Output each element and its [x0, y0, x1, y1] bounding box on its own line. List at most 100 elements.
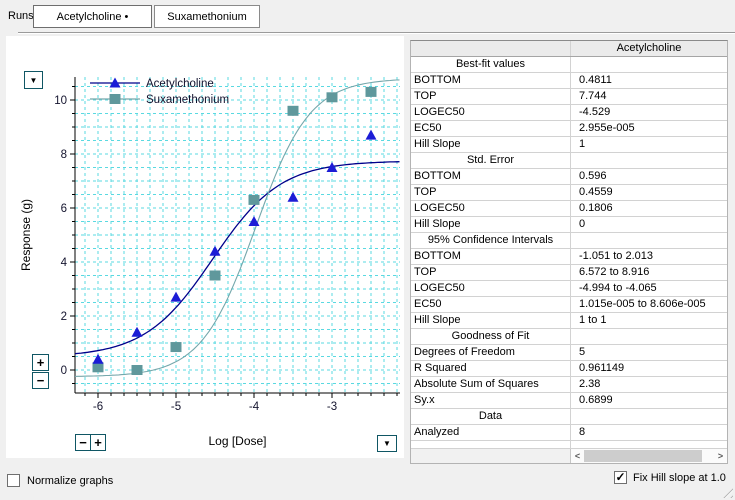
x-zoom-out-button[interactable]: − — [75, 434, 91, 451]
row-label[interactable]: R Squared — [411, 361, 571, 376]
svg-text:-3: -3 — [327, 401, 337, 413]
data-points-acetylcholine — [93, 130, 377, 364]
row-label[interactable]: Analyzed — [411, 425, 571, 440]
table-scroll-row: < > — [411, 449, 727, 463]
separator — [18, 32, 735, 34]
section-header[interactable]: Best-fit values — [411, 57, 571, 72]
run-tab-suxamethonium[interactable]: Suxamethonium — [154, 5, 260, 28]
y-zoom-out-button[interactable]: − — [32, 372, 49, 389]
application-window: Runs: Acetylcholine • Suxamethonium 0246… — [0, 0, 735, 500]
minus-icon: − — [79, 435, 87, 450]
table-row: Analyzed8 — [411, 425, 727, 441]
table-row: BOTTOM0.4811 — [411, 73, 727, 89]
row-label[interactable]: EC50 — [411, 297, 571, 312]
scrollbar-thumb[interactable] — [584, 450, 702, 462]
svg-text:0: 0 — [61, 365, 67, 377]
row-value[interactable]: 0.1806 — [571, 201, 727, 216]
scroll-left-icon[interactable]: < — [571, 449, 584, 463]
row-value[interactable]: -4.529 — [571, 105, 727, 120]
row-label[interactable]: BOTTOM — [411, 169, 571, 184]
row-label[interactable]: TOP — [411, 265, 571, 280]
section-header[interactable]: Goodness of Fit — [411, 329, 571, 344]
row-label[interactable]: Absolute Sum of Squares — [411, 377, 571, 392]
row-value[interactable]: 1.015e-005 to 8.606e-005 — [571, 297, 727, 312]
row-value[interactable]: 7.744 — [571, 89, 727, 104]
row-label[interactable]: BOTTOM — [411, 249, 571, 264]
row-value[interactable] — [571, 233, 727, 248]
table-row: LOGEC50-4.529 — [411, 105, 727, 121]
scroll-right-icon[interactable]: > — [714, 449, 727, 463]
row-value[interactable]: -4.994 to -4.065 — [571, 281, 727, 296]
table-row: BOTTOM0.596 — [411, 169, 727, 185]
y-axis-title: Response (g) — [19, 199, 33, 271]
x-zoom-in-button[interactable]: + — [90, 434, 106, 451]
row-value[interactable]: 0.6899 — [571, 393, 727, 408]
svg-text:-4: -4 — [249, 401, 260, 413]
table-row: Hill Slope1 to 1 — [411, 313, 727, 329]
table-row: TOP7.744 — [411, 89, 727, 105]
x-axis-title: Log [Dose] — [208, 434, 266, 448]
row-value[interactable]: 8 — [571, 425, 727, 440]
row-label[interactable]: Hill Slope — [411, 313, 571, 328]
row-value[interactable]: 0.596 — [571, 169, 727, 184]
column-header-acetylcholine[interactable]: Acetylcholine — [571, 41, 727, 56]
table-section-row: Data — [411, 409, 727, 425]
row-value[interactable]: 0 — [571, 217, 727, 232]
table-row: BOTTOM-1.051 to 2.013 — [411, 249, 727, 265]
row-value[interactable]: 1 — [571, 137, 727, 152]
graph-panel: 0246810-6-5-4-3Response (g)Log [Dose]Ace… — [6, 36, 404, 458]
row-value[interactable] — [571, 329, 727, 344]
row-label[interactable]: TOP — [411, 185, 571, 200]
row-label[interactable]: TOP — [411, 89, 571, 104]
run-tab-acetylcholine[interactable]: Acetylcholine • — [33, 5, 152, 28]
check-icon: ✓ — [615, 472, 625, 482]
normalize-graphs-checkbox[interactable] — [7, 474, 20, 487]
dose-response-chart[interactable]: 0246810-6-5-4-3Response (g)Log [Dose]Ace… — [6, 36, 404, 458]
horizontal-scrollbar[interactable]: < > — [571, 449, 727, 463]
y-axis-options-button[interactable]: ▼ — [24, 71, 43, 89]
svg-text:2: 2 — [61, 311, 67, 323]
table-row: Hill Slope1 — [411, 137, 727, 153]
row-value[interactable]: 5 — [571, 345, 727, 360]
section-header[interactable]: 95% Confidence Intervals — [411, 233, 571, 248]
row-value[interactable] — [571, 409, 727, 424]
plus-icon: + — [37, 355, 45, 370]
table-section-row: Goodness of Fit — [411, 329, 727, 345]
row-label[interactable]: Hill Slope — [411, 217, 571, 232]
fix-hill-slope-checkbox[interactable]: ✓ — [614, 471, 627, 484]
row-label[interactable]: EC50 — [411, 121, 571, 136]
row-value[interactable]: 2.955e-005 — [571, 121, 727, 136]
row-value[interactable]: -1.051 to 2.013 — [571, 249, 727, 264]
row-label[interactable]: LOGEC50 — [411, 201, 571, 216]
row-value[interactable]: 1 to 1 — [571, 313, 727, 328]
results-table: Acetylcholine Best-fit valuesBOTTOM0.481… — [410, 40, 728, 464]
plot-grid — [75, 77, 400, 393]
row-value[interactable]: 0.4559 — [571, 185, 727, 200]
row-label[interactable]: BOTTOM — [411, 73, 571, 88]
table-row: TOP0.4559 — [411, 185, 727, 201]
row-value[interactable] — [571, 57, 727, 72]
svg-text:10: 10 — [54, 95, 67, 107]
row-value[interactable]: 6.572 to 8.916 — [571, 265, 727, 280]
table-section-row: Std. Error — [411, 153, 727, 169]
section-header[interactable]: Data — [411, 409, 571, 424]
row-label[interactable]: LOGEC50 — [411, 281, 571, 296]
section-header[interactable]: Std. Error — [411, 153, 571, 168]
table-row: LOGEC50-4.994 to -4.065 — [411, 281, 727, 297]
row-value[interactable]: 2.38 — [571, 377, 727, 392]
table-section-row: 95% Confidence Intervals — [411, 233, 727, 249]
row-label[interactable]: Hill Slope — [411, 137, 571, 152]
svg-text:8: 8 — [61, 149, 67, 161]
row-value[interactable] — [571, 153, 727, 168]
svg-text:-6: -6 — [93, 401, 103, 413]
row-label[interactable]: LOGEC50 — [411, 105, 571, 120]
row-label[interactable]: Sy.x — [411, 393, 571, 408]
row-value[interactable]: 0.4811 — [571, 73, 727, 88]
row-label[interactable]: Degrees of Freedom — [411, 345, 571, 360]
y-zoom-in-button[interactable]: + — [32, 354, 49, 371]
x-axis-options-button[interactable]: ▼ — [377, 435, 397, 452]
chevron-down-icon: ▼ — [383, 439, 391, 448]
table-row: Degrees of Freedom5 — [411, 345, 727, 361]
resize-grip-icon[interactable] — [719, 484, 733, 498]
row-value[interactable]: 0.961149 — [571, 361, 727, 376]
